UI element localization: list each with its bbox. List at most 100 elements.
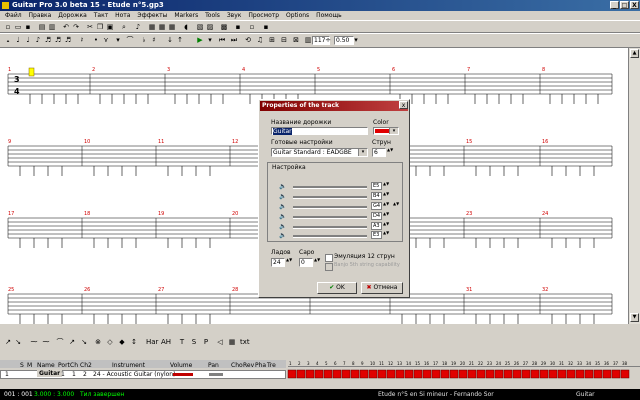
effect-icon[interactable]: ⁓ [30,338,38,346]
new-file-icon[interactable]: ▫ [4,23,12,31]
speaker-icon[interactable]: ◖ [182,23,190,31]
string-slider[interactable] [293,216,367,219]
speaker-icon[interactable]: 🔈 [279,183,286,190]
string-tuning[interactable]: E3 [371,231,382,239]
string-slider[interactable] [293,206,367,209]
tuning-spin-icon[interactable]: ▲▼ [383,182,389,190]
tool-f-icon[interactable]: ▪ [262,23,270,31]
menu-bar-item[interactable]: Такт [94,11,108,20]
banjo-checkbox[interactable] [325,263,333,271]
close-button[interactable]: X [630,1,639,9]
tuning-spin-icon[interactable]: ▲▼ [383,192,389,200]
color-dropdown-icon[interactable]: ▾ [389,128,398,134]
menu-file[interactable]: Файл [5,11,22,20]
redo-icon[interactable]: ↷ [72,23,80,31]
zoom-field[interactable]: 0.50 [334,36,354,45]
string-tuning[interactable]: D4 [371,212,382,220]
all-strings-spin-icon[interactable]: ▲▼ [393,202,399,210]
note-icon[interactable]: ♪ [134,23,142,31]
harmonic-button[interactable]: Har [146,338,158,346]
frets-spin-icon[interactable]: ▲▼ [286,258,292,266]
effect-icon[interactable]: ◆ [118,338,126,346]
bar-sequence[interactable]: 1 2 3 4 5 6 7 8 9 10 11 12 13 14 15 16 17 18 19 20 21 22 23 24 2… [286,360,640,389]
go-end-icon[interactable]: ⏭ [230,36,238,44]
loop-icon[interactable]: ⟲ [244,36,252,44]
speaker-icon[interactable]: 🔈 [279,223,286,230]
rest-icon[interactable]: 𝄽 [78,36,86,44]
arrow-up-icon[interactable]: ↑ [176,36,184,44]
speaker-icon[interactable]: 🔈 [279,232,286,239]
scroll-down-icon[interactable]: ▼ [630,313,639,322]
track-ch2[interactable]: 2 [83,371,87,378]
track-name[interactable]: Guitar [37,370,63,377]
tool-d-icon[interactable]: ▪ [234,23,242,31]
print-preview-icon[interactable]: ▥ [48,23,56,31]
thirtysecond-note-icon[interactable]: ♬ [54,36,62,44]
strings-spin-icon[interactable]: ▲▼ [387,148,393,156]
effect-icon[interactable]: ↗ [4,338,12,346]
tuning-spin-icon[interactable]: ▲▼ [383,202,389,210]
effect-icon[interactable]: ⊗ [94,338,102,346]
strings-input[interactable]: 6 [372,148,386,157]
tuning-spin-icon[interactable]: ▲▼ [383,212,389,220]
sixteenth-note-icon[interactable]: ♬ [44,36,52,44]
effect-icon[interactable]: ↕ [130,338,138,346]
preset-dropdown-icon[interactable]: ▾ [358,149,367,156]
track-row[interactable]: 1 Guitar 1 1 2 24 - Acoustic Guitar (nyl… [0,370,286,379]
menu-sound[interactable]: Звук [227,11,242,20]
pop-button[interactable]: P [202,338,210,346]
frets-input[interactable]: 24 [271,258,285,267]
menu-track[interactable]: Дорожка [58,11,87,20]
tap-button[interactable]: T [178,338,186,346]
string-slider[interactable] [293,226,367,229]
scroll-up-icon[interactable]: ▲ [630,49,639,58]
grid3-icon[interactable]: ▦ [168,23,176,31]
capo-input[interactable]: 0 [299,258,313,267]
search-icon[interactable]: ⌕ [120,23,128,31]
string-slider[interactable] [293,235,367,238]
capo-spin-icon[interactable]: ▲▼ [314,258,320,266]
ok-button[interactable]: ✔ OK [317,282,357,294]
sharp-icon[interactable]: ♯ [150,36,158,44]
effect-icon[interactable]: ⌒ [56,338,64,346]
slap-button[interactable]: S [190,338,198,346]
copy-icon[interactable]: ❐ [96,23,104,31]
tool-b-icon[interactable]: ▨ [206,23,214,31]
metronome-icon[interactable]: ♫ [256,36,264,44]
color-picker[interactable]: ▾ [373,127,399,135]
speed-icon[interactable]: ⊞ [268,36,276,44]
effect-icon[interactable]: ↗ [68,338,76,346]
string-tuning[interactable]: A3 [371,222,382,230]
vertical-scrollbar[interactable]: ▲ ▼ [628,48,640,324]
quarter-note-icon[interactable]: ♩ [24,36,32,44]
string-tuning[interactable]: E5 [371,182,382,190]
go-start-icon[interactable]: ⏮ [218,36,226,44]
track-name-input[interactable]: Guitar [271,127,368,135]
dropdown-icon[interactable]: ▾ [114,36,122,44]
effect-icon[interactable]: ↘ [80,338,88,346]
open-file-icon[interactable]: ▭ [14,23,22,31]
tool-c-icon[interactable]: ▩ [220,23,228,31]
effect-icon[interactable]: ⁓ [42,338,50,346]
menu-help[interactable]: Помощь [316,11,342,20]
chord-icon[interactable]: ▦ [228,338,236,346]
mixer-icon[interactable]: ⊟ [280,36,288,44]
arrow-down-icon[interactable]: ↓ [166,36,174,44]
fretboard-icon[interactable]: ⊠ [292,36,300,44]
emul12-checkbox[interactable] [325,254,333,262]
preset-select[interactable]: Guitar Standard : EADGBE ▾ [271,148,368,157]
menu-view[interactable]: Просмотр [248,11,279,20]
speaker-icon[interactable]: 🔈 [279,203,286,210]
string-tuning[interactable]: G4 [371,202,382,210]
save-icon[interactable]: ▪ [24,23,32,31]
effect-icon[interactable]: ↘ [14,338,22,346]
tie-icon[interactable]: ⌒ [126,36,134,44]
speaker-icon[interactable]: 🔈 [279,193,286,200]
zoom-dropdown-icon[interactable]: ▾ [352,36,360,44]
fade-icon[interactable]: ◁ [216,338,224,346]
tempo-spin-icon[interactable]: ÷ [324,36,332,44]
artificial-harmonic-button[interactable]: AH [160,338,172,346]
track-instrument[interactable]: 24 - Acoustic Guitar (nylon) [93,371,175,378]
grid2-icon[interactable]: ▦ [158,23,166,31]
half-note-icon[interactable]: ♩ [14,36,22,44]
